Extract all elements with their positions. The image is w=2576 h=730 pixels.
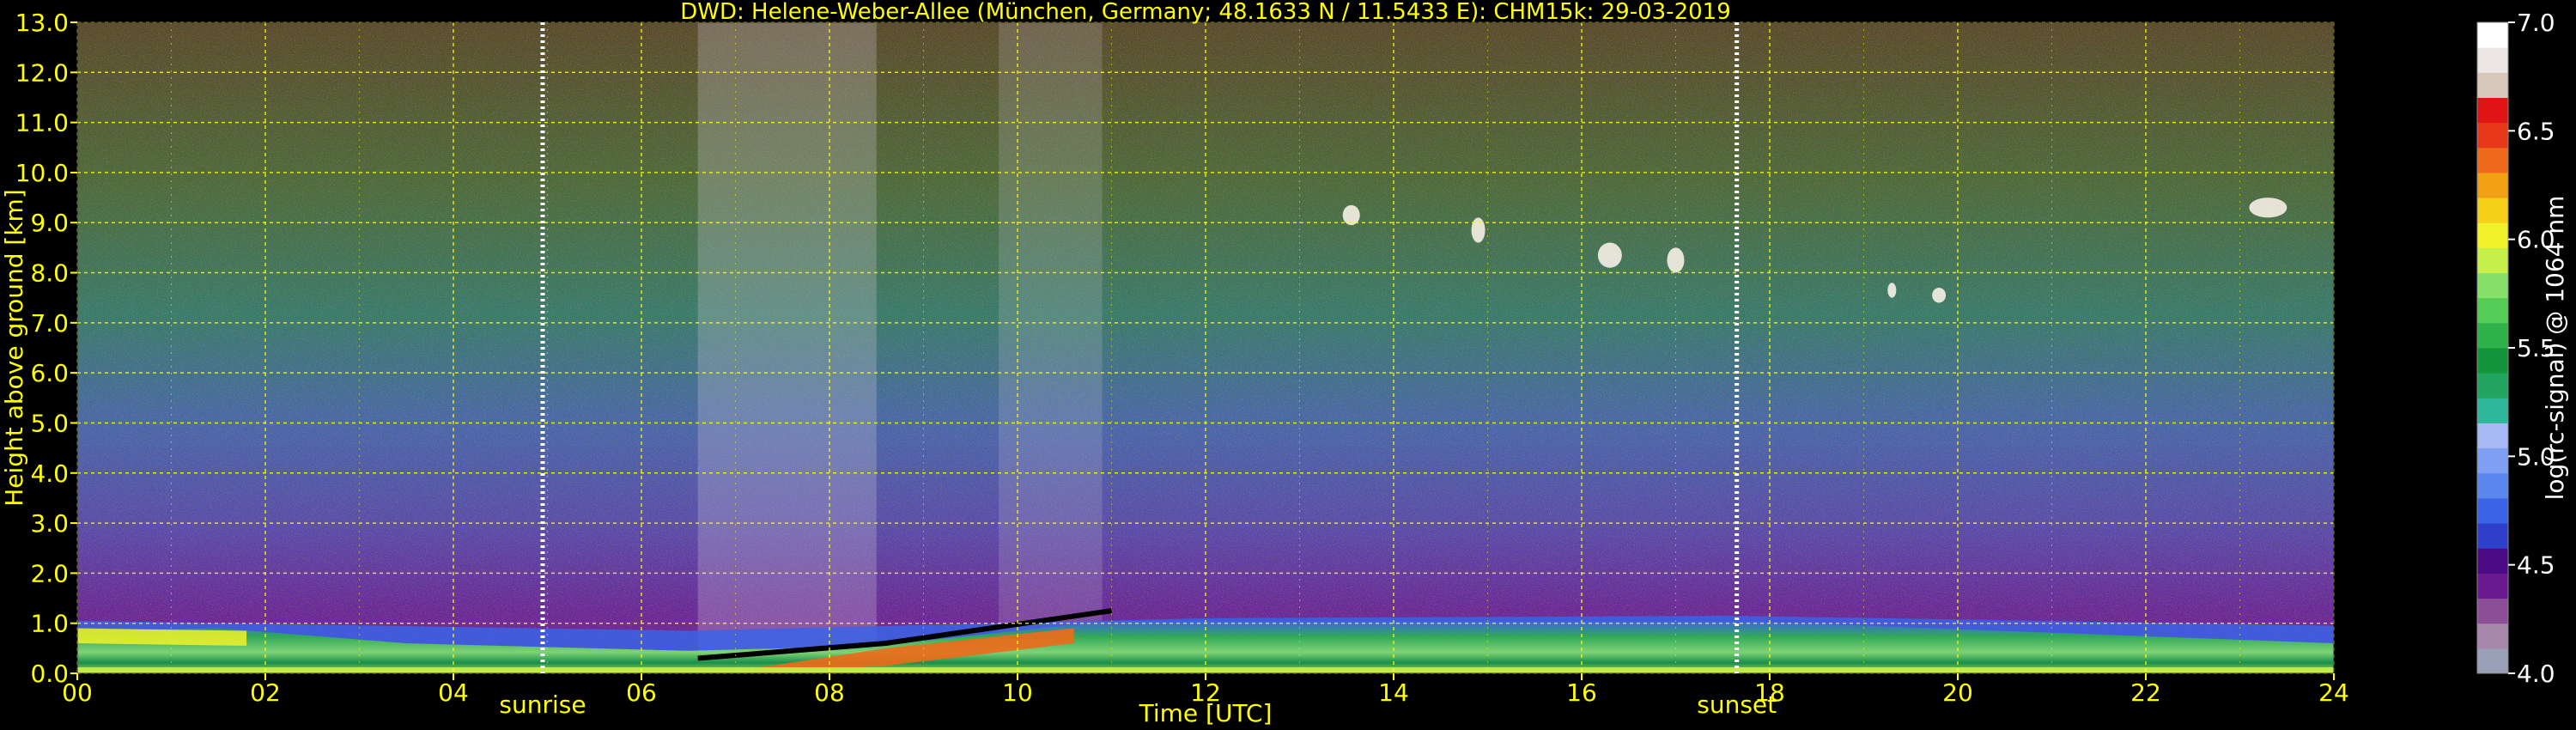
colorbar-segment [2477,598,2508,624]
y-tick-label: 5.0 [30,409,69,437]
annotation-label: sunrise [499,690,586,719]
colorbar-segment [2477,22,2508,48]
colorbar-segment [2477,97,2508,124]
colorbar-segment [2477,373,2508,398]
cirrus-cloud [1471,217,1485,243]
colorbar-tick-label: 6.5 [2517,117,2555,145]
y-tick-label: 13.0 [15,9,69,37]
y-tick-label: 11.0 [15,109,69,137]
colorbar-tick-label: 7.0 [2517,9,2555,37]
colorbar-segment [2477,322,2508,349]
colorbar-segment [2477,198,2508,223]
x-tick-label: 04 [438,678,469,707]
annotation-label: sunset [1697,690,1777,719]
x-tick-label: 06 [626,678,657,707]
colorbar-label: log(rc-signal) @ 1064 nm [2541,196,2569,501]
y-tick-label: 9.0 [30,209,69,237]
colorbar-segment [2477,297,2508,324]
colorbar-tick-label: 4.5 [2517,551,2555,580]
x-tick-label: 08 [814,678,845,707]
chart-title: DWD: Helene-Weber-Allee (München, German… [680,0,1731,25]
y-tick-label: 6.0 [30,359,69,387]
cirrus-cloud [1667,247,1685,273]
x-tick-label: 22 [2130,678,2161,707]
colorbar-segment [2477,222,2508,248]
colorbar-segment [2477,497,2508,524]
y-tick-label: 1.0 [30,610,69,638]
colorbar-segment [2477,398,2508,423]
y-tick-label: 8.0 [30,259,69,288]
y-tick-label: 7.0 [30,309,69,338]
noise-column [697,22,877,673]
x-tick-label: 00 [62,678,93,707]
ceilometer-chart: 0.01.02.03.04.05.06.07.08.09.010.011.012… [0,0,2569,727]
y-axis-label: Height above ground [km] [0,189,28,507]
x-axis-label: Time [UTC] [1139,699,1273,727]
x-tick-label: 16 [1566,678,1597,707]
colorbar-segment [2477,548,2508,574]
cirrus-cloud [1887,283,1897,298]
x-tick-label: 10 [1002,678,1033,707]
aerosol-layer [77,628,247,646]
x-tick-label: 24 [2318,678,2349,707]
cirrus-cloud [1597,242,1622,268]
colorbar-segment [2477,72,2508,98]
cirrus-cloud [2249,198,2287,218]
y-tick-label: 12.0 [15,58,69,87]
y-tick-label: 3.0 [30,509,69,538]
colorbar-segment [2477,122,2508,149]
y-tick-label: 4.0 [30,459,69,488]
x-tick-label: 02 [250,678,281,707]
y-tick-label: 2.0 [30,559,69,587]
colorbar-segment [2477,423,2508,449]
colorbar-segment [2477,447,2508,474]
colorbar-tick-label: 4.0 [2517,660,2555,688]
x-tick-label: 14 [1378,678,1409,707]
colorbar-segment [2477,172,2508,198]
cirrus-cloud [1932,288,1947,303]
colorbar-segment [2477,573,2508,599]
colorbar-segment [2477,472,2508,499]
colorbar-segment [2477,648,2508,674]
colorbar-segment [2477,147,2508,173]
plot-area [76,21,2335,674]
colorbar-segment [2477,523,2508,549]
x-tick-label: 20 [1942,678,1973,707]
colorbar-segment [2477,272,2508,299]
noise-column [999,22,1103,673]
colorbar-segment [2477,47,2508,73]
colorbar-segment [2477,623,2508,649]
colorbar-segment [2477,247,2508,274]
y-tick-label: 10.0 [15,159,69,187]
colorbar-segment [2477,348,2508,374]
